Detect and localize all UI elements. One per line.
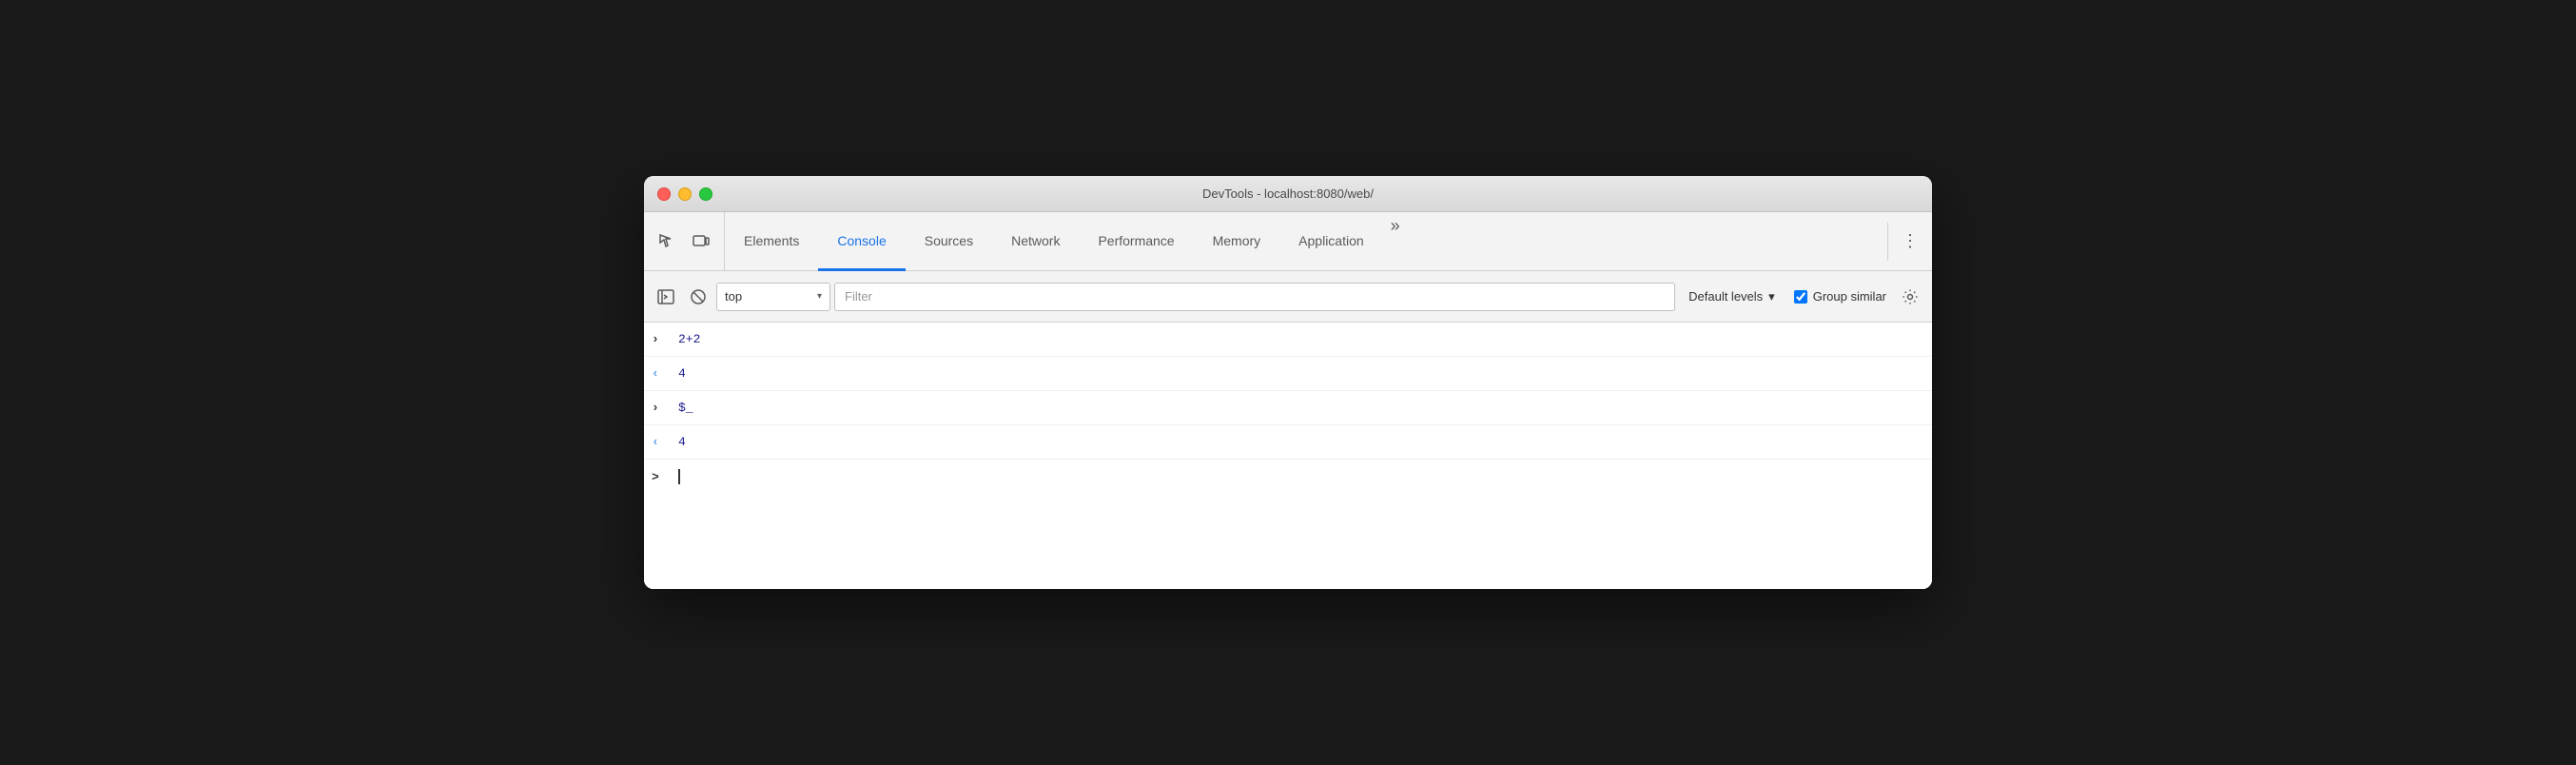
filter-input[interactable] xyxy=(834,283,1675,311)
show-console-sidebar-icon[interactable] xyxy=(652,283,680,311)
inspect-element-icon[interactable] xyxy=(652,226,682,257)
group-similar-text: Group similar xyxy=(1813,289,1886,304)
console-output: › 2+2 ‹ 4 › $_ ‹ 4 > xyxy=(644,323,1932,589)
tab-bar-left-icons xyxy=(644,212,725,270)
console-line: › $_ xyxy=(644,391,1932,425)
settings-icon[interactable] xyxy=(1896,283,1924,311)
devtools-window: DevTools - localhost:8080/web/ xyxy=(644,176,1932,589)
more-tabs-button[interactable]: » xyxy=(1383,212,1408,270)
minimize-button[interactable] xyxy=(678,187,692,201)
console-line: › 2+2 xyxy=(644,323,1932,357)
devtools-menu-button[interactable]: ⋮ xyxy=(1896,227,1924,255)
input-arrow-2: › xyxy=(652,401,671,415)
clear-console-icon[interactable] xyxy=(684,283,712,311)
tab-application[interactable]: Application xyxy=(1279,212,1383,271)
tab-bar-right: ⋮ xyxy=(1876,212,1932,270)
input-arrow-1: › xyxy=(652,332,671,346)
context-value: top xyxy=(725,289,811,304)
console-output-1: 4 xyxy=(678,366,686,381)
tab-sources[interactable]: Sources xyxy=(906,212,992,271)
default-levels-button[interactable]: Default levels ▾ xyxy=(1679,283,1785,311)
console-input-1: 2+2 xyxy=(678,332,700,346)
traffic-lights xyxy=(657,187,712,201)
console-input-2: $_ xyxy=(678,401,693,415)
maximize-button[interactable] xyxy=(699,187,712,201)
group-similar-checkbox[interactable] xyxy=(1794,290,1807,304)
console-output-2: 4 xyxy=(678,435,686,449)
output-arrow-2: ‹ xyxy=(652,435,671,449)
console-toolbar: top ▾ Default levels ▾ Group similar xyxy=(644,271,1932,323)
console-line: ‹ 4 xyxy=(644,357,1932,391)
levels-label: Default levels xyxy=(1688,289,1763,304)
console-prompt-line[interactable]: > xyxy=(644,460,1932,494)
device-toolbar-icon[interactable] xyxy=(686,226,716,257)
tab-memory[interactable]: Memory xyxy=(1194,212,1280,271)
title-bar: DevTools - localhost:8080/web/ xyxy=(644,176,1932,212)
prompt-arrow: > xyxy=(652,470,671,484)
tabs-container: Elements Console Sources Network Perform… xyxy=(725,212,1876,270)
output-arrow-1: ‹ xyxy=(652,366,671,381)
levels-chevron-icon: ▾ xyxy=(1768,289,1775,304)
close-button[interactable] xyxy=(657,187,671,201)
console-cursor xyxy=(678,469,680,484)
tab-elements[interactable]: Elements xyxy=(725,212,818,271)
tab-console[interactable]: Console xyxy=(818,212,905,271)
tab-network[interactable]: Network xyxy=(992,212,1079,271)
context-selector[interactable]: top ▾ xyxy=(716,283,830,311)
tab-performance[interactable]: Performance xyxy=(1079,212,1193,271)
tab-bar: Elements Console Sources Network Perform… xyxy=(644,212,1932,271)
tab-bar-separator xyxy=(1887,223,1888,261)
console-line: ‹ 4 xyxy=(644,425,1932,460)
group-similar-label[interactable]: Group similar xyxy=(1788,285,1892,307)
devtools-body: Elements Console Sources Network Perform… xyxy=(644,212,1932,589)
window-title: DevTools - localhost:8080/web/ xyxy=(1202,186,1374,201)
chevron-down-icon: ▾ xyxy=(817,291,822,302)
